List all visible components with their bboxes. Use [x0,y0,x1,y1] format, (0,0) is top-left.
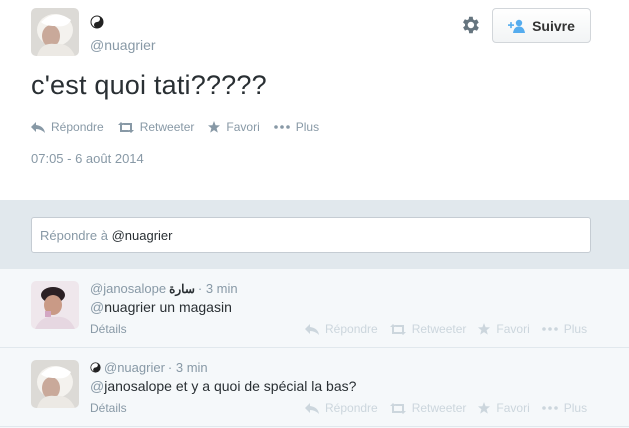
favorite-action[interactable]: Favori [478,401,530,415]
reply-action[interactable]: Répondre [31,120,104,134]
retweet-icon [389,402,406,414]
reply-action[interactable]: Répondre [305,322,378,336]
reply-mention[interactable]: nuagrier [104,299,155,315]
at-sign: @ [90,299,105,315]
favorite-label: Favori [226,120,260,134]
star-icon [478,323,491,335]
retweet-label: Retweeter [411,322,467,336]
reply-input[interactable]: Répondre à @nuagrier [31,217,591,253]
retweet-label: Retweeter [411,401,467,415]
main-tweet: @nuagrier Suivre c'est quoi tati????? Ré… [0,0,629,200]
reply-body: et y a quoi de spécial la bas? [171,378,357,394]
reply-display-name[interactable]: سارة [169,282,195,296]
reply-text: @janosalope et y a quoi de spécial la ba… [90,378,356,394]
retweet-action[interactable]: Retweeter [389,401,467,415]
favorite-action[interactable]: Favori [478,322,530,336]
reply-icon [305,323,319,335]
more-dots-icon [541,327,558,331]
more-action[interactable]: Plus [541,401,588,415]
avatar[interactable] [31,360,79,408]
details-link[interactable]: Détails [90,322,127,336]
reply-time[interactable]: · 3 min [168,360,208,375]
tweet-timestamp[interactable]: 07:05 - 6 août 2014 [31,151,144,166]
reply-area: Répondre à @nuagrier [0,200,629,269]
retweet-icon [117,121,134,133]
favorite-action[interactable]: Favori [208,120,260,134]
reply-label: Répondre [325,322,378,336]
tweet-text: c'est quoi tati????? [31,70,267,100]
avatar[interactable] [31,281,79,329]
follow-label: Suivre [532,17,575,34]
reply-actions: Répondre Retweeter Favori Plus [305,322,599,336]
at-sign: @ [90,378,105,394]
avatar[interactable] [31,8,79,56]
list-item: @janosalope سارة · 3 min @nuagrier un ma… [0,269,629,348]
reply-icon [305,402,319,414]
follow-button[interactable]: Suivre [492,8,591,43]
reply-text: @nuagrier un magasin [90,299,232,315]
details-link[interactable]: Détails [90,401,127,415]
favorite-label: Favori [496,322,530,336]
reply-handle[interactable]: @nuagrier [104,360,165,375]
reply-time[interactable]: · 3 min [198,281,238,296]
reply-body: un magasin [155,299,232,315]
star-icon [208,121,221,133]
user-handle[interactable]: @nuagrier [90,37,156,53]
retweet-action[interactable]: Retweeter [117,120,195,134]
reply-action[interactable]: Répondre [305,401,378,415]
list-item: @nuagrier · 3 min @janosalope et y a quo… [0,348,629,427]
reply-meta: @janosalope سارة · 3 min [90,281,238,296]
add-user-icon [508,19,526,33]
tweet-actions: Répondre Retweeter Favori Plus [31,120,333,134]
reply-mention[interactable]: janosalope [104,378,172,394]
yin-yang-icon [90,362,101,373]
replies-list: @janosalope سارة · 3 min @nuagrier un ma… [0,269,629,428]
more-label: Plus [563,401,588,415]
reply-prefix: Répondre à [40,227,108,243]
retweet-icon [389,323,406,335]
reply-handle[interactable]: @janosalope [90,281,166,296]
more-label: Plus [295,120,320,134]
more-action[interactable]: Plus [273,120,320,134]
reply-label: Répondre [325,401,378,415]
reply-meta: @nuagrier · 3 min [90,360,208,375]
reply-actions: Répondre Retweeter Favori Plus [305,401,599,415]
gear-icon[interactable] [459,14,481,36]
retweet-action[interactable]: Retweeter [389,322,467,336]
star-icon [478,402,491,414]
reply-icon [31,121,45,133]
reply-label: Répondre [51,120,104,134]
more-dots-icon [541,406,558,410]
more-action[interactable]: Plus [541,322,588,336]
more-label: Plus [563,322,588,336]
yin-yang-icon [90,15,104,29]
retweet-label: Retweeter [139,120,195,134]
reply-mention: @nuagrier [111,227,173,243]
more-dots-icon [273,125,290,129]
favorite-label: Favori [496,401,530,415]
